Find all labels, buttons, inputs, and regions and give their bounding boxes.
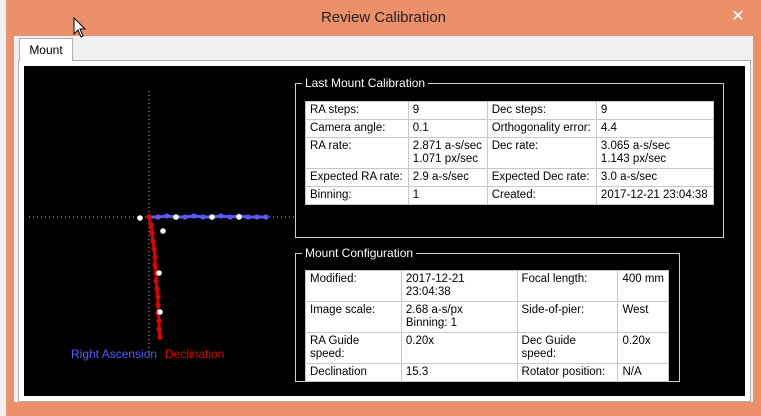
field-value: N/A [617,363,669,382]
dialog-client-area: Mount Right Ascension Declination Last M… [14,36,753,402]
field-value: 2017-12-21 23:04:38 [400,270,518,302]
field-label: Binning: [305,186,409,205]
table-row: Camera angle: 0.1 Orthogonality error: 4.4 [305,119,715,138]
field-label: Rotator position: [516,363,619,382]
field-value: 0.1 [407,119,488,138]
ra-point [245,214,251,220]
field-value: 15.3 [400,363,518,382]
field-label: RA steps: [305,101,409,120]
dec-point [146,214,152,220]
field-value: 0.20x [617,332,669,364]
calibration-table: RA steps: 9 Dec steps: 9 Camera angle: 0.1 Ort… [305,101,715,205]
ra-marker [137,215,143,221]
field-label: RA Guide speed: [305,332,402,364]
dec-point [152,254,158,260]
ra-series [137,213,269,221]
field-label: Dec steps: [486,101,597,120]
ra-point [191,213,197,219]
ra-point [164,213,170,219]
table-row: RA steps: 9 Dec steps: 9 [305,101,715,120]
ra-marker [173,214,179,220]
field-label: Camera angle: [305,119,409,138]
ra-point [155,214,161,220]
field-label: Focal length: [516,270,619,302]
field-label: Dec rate: [486,137,597,169]
field-value: 2.9 a-s/sec [407,168,488,187]
group-title-calibration: Last Mount Calibration [302,76,429,90]
mount-tab-panel: Right Ascension Declination Last Mount C… [18,60,751,402]
field-label: RA rate: [305,137,409,169]
ra-point [254,214,260,220]
dec-point [149,230,155,236]
group-title-configuration: Mount Configuration [302,246,417,260]
table-row: Declination 15.3 Rotator position: N/A [305,363,669,382]
mount-configuration-group: Mount Configuration Modified: 2017-12-21 … [295,246,680,382]
window-title: Review Calibration [320,9,447,26]
table-row: RA rate: 2.871 a-s/sec 1.071 px/sec Dec rat… [305,137,715,169]
field-value: West [617,301,669,333]
dec-point [151,246,157,252]
table-row: Binning: 1 Created: 2017-12-21 23:04:38 [305,186,715,205]
field-value: 9 [407,101,488,120]
mouse-cursor-icon [73,17,87,38]
dec-marker [156,270,162,276]
legend-declination: Declination [165,347,225,361]
last-mount-calibration-group: Last Mount Calibration RA steps: 9 Dec ste… [295,76,724,238]
ra-point [182,214,188,220]
field-value: 3.0 a-s/sec [595,168,715,187]
title-bar[interactable]: Review Calibration ✕ [6,0,761,36]
field-label: Modified: [305,270,402,302]
dec-point [156,318,162,324]
ra-point [227,214,233,220]
field-value: 0.20x [400,332,518,364]
dec-marker [160,228,166,234]
ra-marker [209,214,215,220]
field-label: Orthogonality error: [486,119,597,138]
field-value: 9 [595,101,715,120]
field-value: 2.68 a-s/px Binning: 1 [400,301,518,333]
field-value: 400 mm [617,270,669,302]
field-label: Created: [486,186,597,205]
field-label: Expected Dec rate: [486,168,597,187]
dec-point [157,334,163,340]
dec-point [155,302,161,308]
dec-marker [157,309,163,315]
dec-point [148,222,154,228]
close-icon[interactable]: ✕ [723,8,753,26]
ra-point [263,214,269,220]
dec-point [154,286,160,292]
field-label: Expected RA rate: [305,168,409,187]
table-row: Expected RA rate: 2.9 a-s/sec Expected Dec… [305,168,715,187]
table-row: Modified: 2017-12-21 23:04:38 Focal length… [305,270,669,302]
field-value: 4.4 [595,119,715,138]
field-label: Dec Guide speed: [516,332,619,364]
field-label: Declination [305,363,402,382]
configuration-table: Modified: 2017-12-21 23:04:38 Focal length… [305,270,669,382]
field-value: 2.871 a-s/sec 1.071 px/sec [407,137,488,169]
dec-point [156,326,162,332]
table-row: RA Guide speed: 0.20x Dec Guide speed: 0.20… [305,332,669,364]
ra-marker [236,214,242,220]
field-label: Image scale: [305,301,402,333]
dec-series [146,214,166,340]
field-label: Side-of-pier: [516,301,619,333]
tab-mount[interactable]: Mount [19,38,73,61]
calibration-display: Right Ascension Declination Last Mount C… [24,66,745,396]
field-value: 2017-12-21 23:04:38 [595,186,715,205]
dec-point [152,262,158,268]
legend-right-ascension: Right Ascension [71,347,158,361]
dec-point [155,294,161,300]
field-value: 3.065 a-s/sec 1.143 px/sec [595,137,715,169]
dec-point [153,278,159,284]
ra-point [218,213,224,219]
ra-point [200,214,206,220]
field-value: 1 [407,186,488,205]
dec-point [150,238,156,244]
table-row: Image scale: 2.68 a-s/px Binning: 1 Side-of… [305,301,669,333]
review-calibration-window: Review Calibration ✕ Mount Right Ascensi… [6,0,761,416]
